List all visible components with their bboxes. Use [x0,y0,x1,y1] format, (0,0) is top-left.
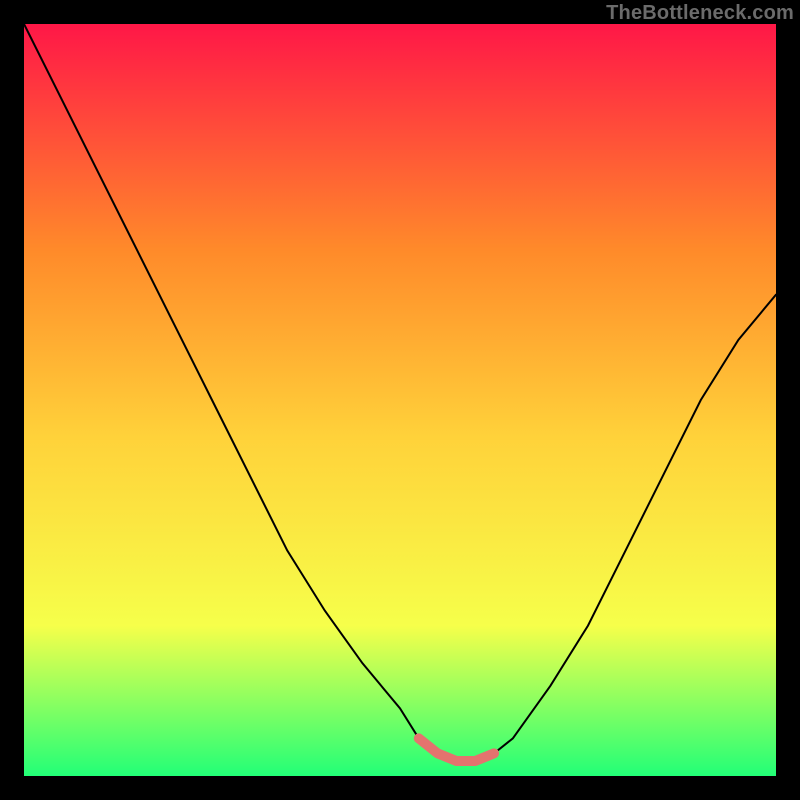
chart-svg [24,24,776,776]
chart-frame: TheBottleneck.com [0,0,800,800]
watermark-text: TheBottleneck.com [606,2,794,25]
gradient-background [24,24,776,776]
plot-area [24,24,776,776]
